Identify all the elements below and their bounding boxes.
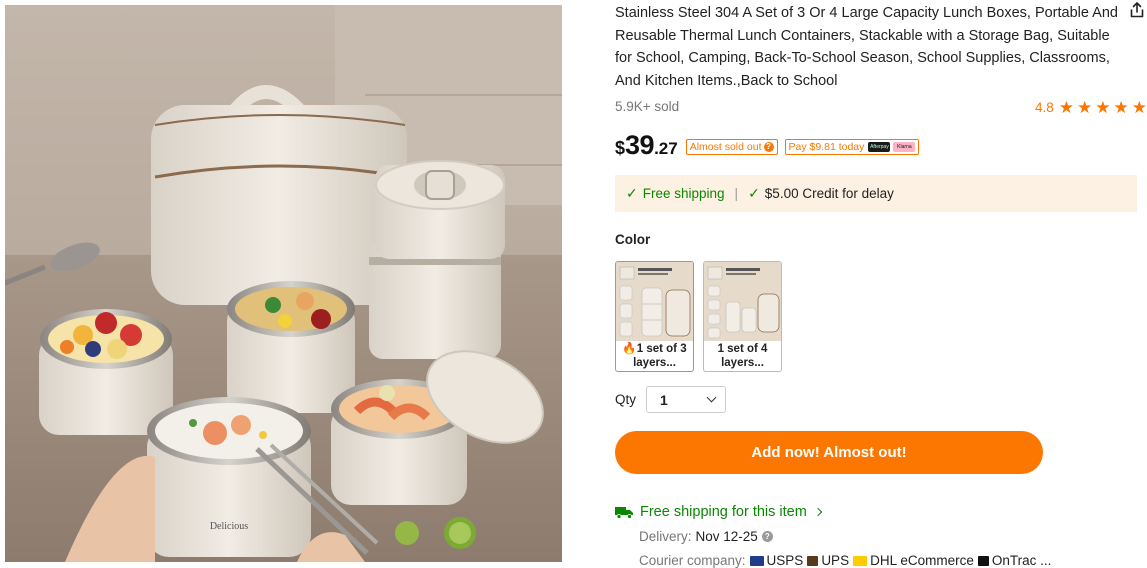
swatch-thumbnail <box>704 262 781 341</box>
rating-value: 4.8 <box>1034 100 1054 115</box>
qty-select[interactable]: 1 <box>646 386 726 413</box>
courier-row: Courier company: USPS UPS DHL eCommerce … <box>639 553 1051 568</box>
product-info-panel: Stainless Steel 304 A Set of 3 Or 4 Larg… <box>615 0 1147 568</box>
swatch-3-layers[interactable]: 🔥1 set of 3 layers... <box>615 261 694 372</box>
price-currency: $ <box>615 138 626 158</box>
price-integer: 39 <box>625 130 655 160</box>
brand-text: Delicious <box>210 521 248 532</box>
swatch-label-line2: layers... <box>633 357 676 369</box>
delivery-row: Delivery: Nov 12-25 ? <box>639 529 773 544</box>
courier-usps: USPS <box>766 553 804 568</box>
question-icon[interactable]: ? <box>761 531 773 542</box>
fire-icon: 🔥 <box>622 343 637 355</box>
swatch-label-line1: 1 set of 3 <box>636 343 687 355</box>
star-icon: ★ <box>1131 98 1147 117</box>
star-icon: ★ <box>1058 98 1074 117</box>
chevron-right-icon <box>813 507 823 517</box>
ups-logo-icon <box>807 555 819 566</box>
courier-ontrac: OnTrac ... <box>991 553 1052 568</box>
share-icon[interactable] <box>1128 1 1146 19</box>
swatch-thumbnail <box>616 262 693 341</box>
product-title: Stainless Steel 304 A Set of 3 Or 4 Larg… <box>615 5 1118 90</box>
color-label: Color <box>615 232 651 247</box>
star-icon: ★ <box>1077 98 1093 117</box>
swatch-label-line1: 1 set of 4 <box>717 343 768 355</box>
qty-value: 1 <box>660 391 668 408</box>
usps-logo-icon <box>749 555 764 566</box>
ontrac-logo-icon <box>977 555 989 566</box>
check-icon: ✓ <box>626 185 638 201</box>
almost-sold-out-label: Almost sold out <box>689 141 762 153</box>
dhl-logo-icon <box>853 555 868 566</box>
price: $ 39 .27 Almost sold out ? Pay $9.81 tod… <box>615 130 926 162</box>
question-icon: ? <box>763 142 774 152</box>
swatch-caption: 🔥1 set of 3 layers... <box>616 341 693 370</box>
pay-later-label: Pay $9.81 today <box>788 141 865 153</box>
swatch-caption: 1 set of 4 layers... <box>704 341 781 370</box>
courier-dhl: DHL eCommerce <box>870 553 974 568</box>
chevron-down-icon <box>706 392 717 403</box>
klarna-logo: Klarna <box>893 142 916 152</box>
product-photo-illustration: Delicious <box>5 5 562 562</box>
credit-text: $5.00 Credit for delay <box>764 186 894 201</box>
delivery-label: Delivery: <box>639 529 692 544</box>
courier-label: Courier company: <box>639 553 746 568</box>
rating[interactable]: 4.8 ★ ★ ★ ★ ★ <box>1035 99 1147 116</box>
check-icon: ✓ <box>748 185 760 201</box>
qty-label: Qty <box>615 392 637 407</box>
swatch-4-layers[interactable]: 1 set of 4 layers... <box>703 261 782 372</box>
star-icon: ★ <box>1113 98 1129 117</box>
shipping-banner[interactable]: ✓ Free shipping | ✓ $5.00 Credit for del… <box>615 175 1137 212</box>
delivery-value: Nov 12-25 <box>695 529 758 544</box>
afterpay-logo: Afterpay <box>868 142 891 152</box>
product-image[interactable]: Delicious <box>5 5 562 562</box>
separator: | <box>734 186 739 201</box>
free-shipping-link[interactable]: Free shipping for this item <box>615 504 823 520</box>
pay-later-badge[interactable]: Pay $9.81 today Afterpay Klarna <box>784 139 920 155</box>
star-icon: ★ <box>1095 98 1111 117</box>
free-shipping-link-text: Free shipping for this item <box>640 504 807 520</box>
swatch-label-line2: layers... <box>721 357 764 369</box>
free-shipping-text: Free shipping <box>642 186 725 201</box>
courier-ups: UPS <box>821 553 850 568</box>
sold-count: 5.9K+ sold <box>615 99 680 114</box>
price-cents: .27 <box>654 139 678 158</box>
add-to-cart-button[interactable]: Add now! Almost out! <box>615 431 1043 474</box>
almost-sold-out-badge[interactable]: Almost sold out ? <box>685 139 778 155</box>
truck-icon <box>615 506 633 519</box>
